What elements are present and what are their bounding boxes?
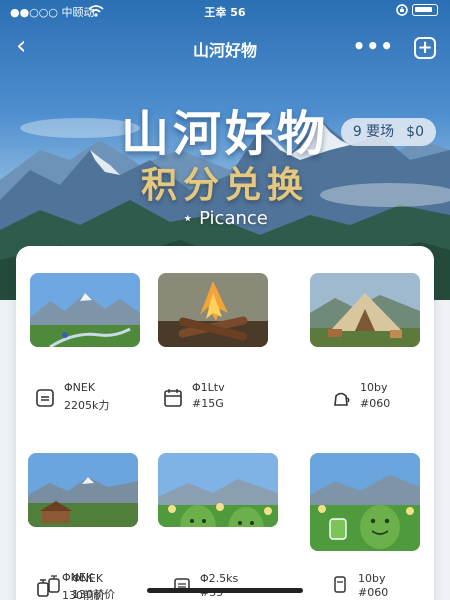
reward-name: Φ2.5ks (200, 572, 239, 585)
canister-icon (330, 574, 350, 598)
reward-image (158, 453, 278, 527)
reward-points: 2205k力 (64, 399, 110, 412)
reward-meta-6: 10by #060 (330, 572, 440, 600)
reward-image (30, 273, 140, 347)
reward-image (158, 273, 268, 347)
reward-name: Φ1Ltv (192, 381, 225, 394)
battery-icon (412, 4, 438, 16)
status-time: 王幸 56 (204, 6, 246, 19)
reward-meta-5: Φ2.5ks #55 (172, 572, 282, 600)
badge-left-text: 9 要场 (352, 124, 395, 140)
reward-item[interactable] (158, 453, 278, 527)
hero-subline: 积分兑换 (140, 165, 309, 206)
hero-brand: ⋆ Picance (182, 208, 268, 229)
reward-name: ΦNEK (64, 381, 96, 394)
reward-name: 10by (358, 572, 386, 585)
kettle-icon (330, 387, 352, 409)
reward-meta-4: ΦNEK 130前价 (44, 572, 154, 600)
badge-right-text: $0 (406, 124, 424, 140)
points-badge[interactable]: 9 要场 $0 (340, 118, 436, 146)
reward-item[interactable]: ΦNEK 130前价 (28, 453, 148, 600)
reward-image (310, 453, 420, 551)
status-bar: ●●○○○ 中颐动 王幸 56 (0, 4, 450, 22)
rewards-panel: ΦNEK 2205k力 Φ1Ltv #15G 10by #060 ΦNEK 13… (16, 246, 434, 600)
reward-image (310, 273, 420, 347)
navigation-bar: ‹ 山河好物 ••• + (0, 30, 450, 66)
reward-item[interactable]: ΦNEK 2205k力 (30, 273, 150, 412)
reward-points: 130前价 (72, 588, 115, 600)
reward-item[interactable]: 10by #060 (310, 273, 430, 410)
reward-points: #060 (358, 586, 389, 599)
backpack-icon (34, 387, 56, 409)
reward-image (28, 453, 138, 527)
add-icon[interactable]: + (414, 37, 436, 59)
home-indicator[interactable] (147, 588, 303, 593)
reward-item[interactable]: Φ1Ltv #15G (158, 273, 278, 410)
more-options-icon[interactable]: ••• (353, 34, 394, 58)
reward-points: #060 (360, 397, 391, 410)
stove-icon (172, 574, 192, 598)
reward-points: #15G (192, 397, 224, 410)
reward-name: ΦNEK (72, 572, 104, 585)
calendar-icon (162, 387, 184, 409)
reward-name: 10by (360, 381, 388, 394)
lantern-icon (44, 574, 64, 598)
reward-item[interactable] (310, 453, 430, 551)
